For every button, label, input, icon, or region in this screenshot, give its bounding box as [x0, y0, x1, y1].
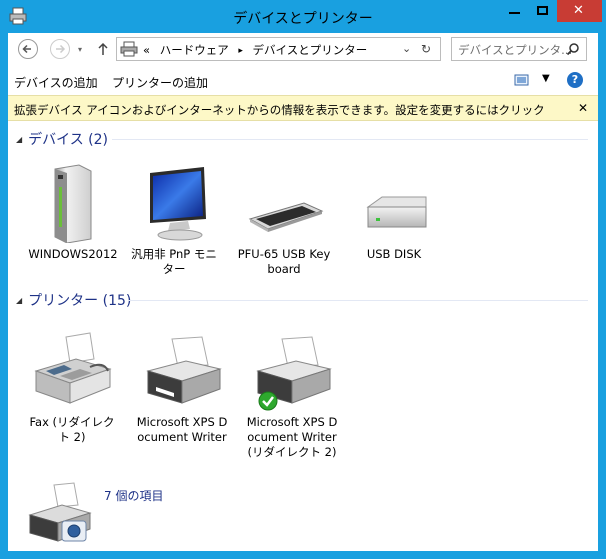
- device-label: WINDOWS2012: [28, 247, 118, 261]
- up-button[interactable]: [96, 39, 110, 59]
- group-divider: [128, 300, 588, 301]
- printers-group-header[interactable]: ◢ プリンター (15): [16, 290, 131, 310]
- title-bar[interactable]: デバイスとプリンター ✕: [0, 0, 606, 33]
- printer-item[interactable]: Microsoft XPS Document Writer (リダイレクト 2): [244, 331, 340, 460]
- forward-button[interactable]: [50, 39, 70, 59]
- printer-item[interactable]: Fax (リダイレクト 2): [24, 331, 120, 445]
- breadcrumb-devices-printers[interactable]: デバイスとプリンター: [253, 42, 368, 58]
- breadcrumb: « ハードウェア ▸ デバイスとプリンター: [143, 42, 367, 58]
- info-bar[interactable]: 拡張デバイス アイコンおよびインターネットからの情報を表示できます。設定を変更す…: [8, 95, 598, 121]
- command-bar: デバイスの追加 プリンターの追加 ▼ ?: [8, 65, 598, 95]
- device-label: PFU-65 USB Keyboard: [237, 247, 331, 276]
- arrow-up-icon: [98, 42, 108, 55]
- back-button[interactable]: [18, 39, 38, 59]
- close-icon: ✕: [573, 3, 584, 18]
- close-button[interactable]: ✕: [557, 0, 602, 22]
- fax-icon: [32, 331, 112, 411]
- view-dropdown-icon[interactable]: ▼: [542, 73, 550, 84]
- arrow-left-icon: [22, 44, 31, 54]
- device-label: 汎用非 PnP モニター: [131, 247, 217, 276]
- device-item[interactable]: PFU-65 USB Keyboard: [236, 163, 332, 277]
- breadcrumb-overflow[interactable]: «: [143, 43, 150, 57]
- maximize-icon: [537, 6, 548, 15]
- address-bar[interactable]: « ハードウェア ▸ デバイスとプリンター ⌄ ↻: [116, 37, 441, 61]
- devices-group-title: デバイス (2): [28, 132, 109, 148]
- change-view-icon[interactable]: [514, 73, 530, 87]
- minimize-icon: [509, 12, 520, 14]
- printer-label: Microsoft XPS Document Writer (リダイレクト 2): [246, 415, 338, 459]
- refresh-icon[interactable]: ↻: [421, 42, 431, 56]
- navigation-bar: ▾ « ハードウェア ▸ デバイスとプリンター ⌄ ↻ デバイスとプリンタ...: [8, 33, 598, 65]
- monitor-icon: [134, 163, 214, 243]
- address-dropdown-icon[interactable]: ⌄: [402, 42, 411, 55]
- printer-default-icon: [252, 331, 332, 411]
- explorer-client: ▾ « ハードウェア ▸ デバイスとプリンター ⌄ ↻ デバイスとプリンタ...…: [8, 33, 598, 551]
- collapse-triangle-icon[interactable]: ◢: [16, 135, 22, 144]
- printer-item[interactable]: Microsoft XPS Document Writer: [134, 331, 230, 445]
- search-placeholder: デバイスとプリンタ...: [458, 43, 573, 57]
- printer-location-icon: [120, 41, 138, 57]
- minimize-button[interactable]: [501, 0, 529, 22]
- keyboard-icon: [244, 163, 324, 243]
- arrow-right-icon: [56, 44, 66, 54]
- printer-scanner-icon: [28, 481, 98, 547]
- add-device-button[interactable]: デバイスの追加: [14, 74, 98, 91]
- info-bar-text[interactable]: 拡張デバイス アイコンおよびインターネットからの情報を表示できます。設定を変更す…: [14, 102, 544, 118]
- devices-group-header[interactable]: ◢ デバイス (2): [16, 129, 108, 149]
- collapse-triangle-icon[interactable]: ◢: [16, 296, 22, 305]
- device-label: USB DISK: [366, 247, 422, 261]
- maximize-button[interactable]: [529, 0, 557, 22]
- window: デバイスとプリンター ✕ ▾ « ハードウェア ▸ デバイスとプリンター ⌄ ↻…: [0, 0, 606, 559]
- info-bar-close-icon[interactable]: ✕: [578, 101, 588, 115]
- computer-tower-icon: [33, 163, 113, 244]
- recent-locations-icon[interactable]: ▾: [78, 45, 82, 54]
- drive-icon: [354, 163, 434, 243]
- help-icon[interactable]: ?: [567, 72, 583, 88]
- search-icon: [566, 43, 579, 56]
- printer-icon: [142, 331, 222, 411]
- device-item[interactable]: WINDOWS2012: [25, 163, 121, 262]
- search-input[interactable]: デバイスとプリンタ...: [451, 37, 587, 61]
- group-divider: [112, 139, 588, 140]
- printers-group-title: プリンター (15): [28, 293, 132, 309]
- printer-label: Microsoft XPS Document Writer: [136, 415, 228, 444]
- device-item[interactable]: 汎用非 PnP モニター: [126, 163, 222, 277]
- printer-label: Fax (リダイレクト 2): [29, 415, 115, 444]
- add-printer-button[interactable]: プリンターの追加: [112, 74, 208, 91]
- breadcrumb-hardware[interactable]: ハードウェア: [160, 42, 229, 58]
- device-item[interactable]: USB DISK: [346, 163, 442, 262]
- item-count-text: 7 個の項目: [104, 489, 164, 503]
- breadcrumb-separator-icon[interactable]: ▸: [238, 46, 243, 56]
